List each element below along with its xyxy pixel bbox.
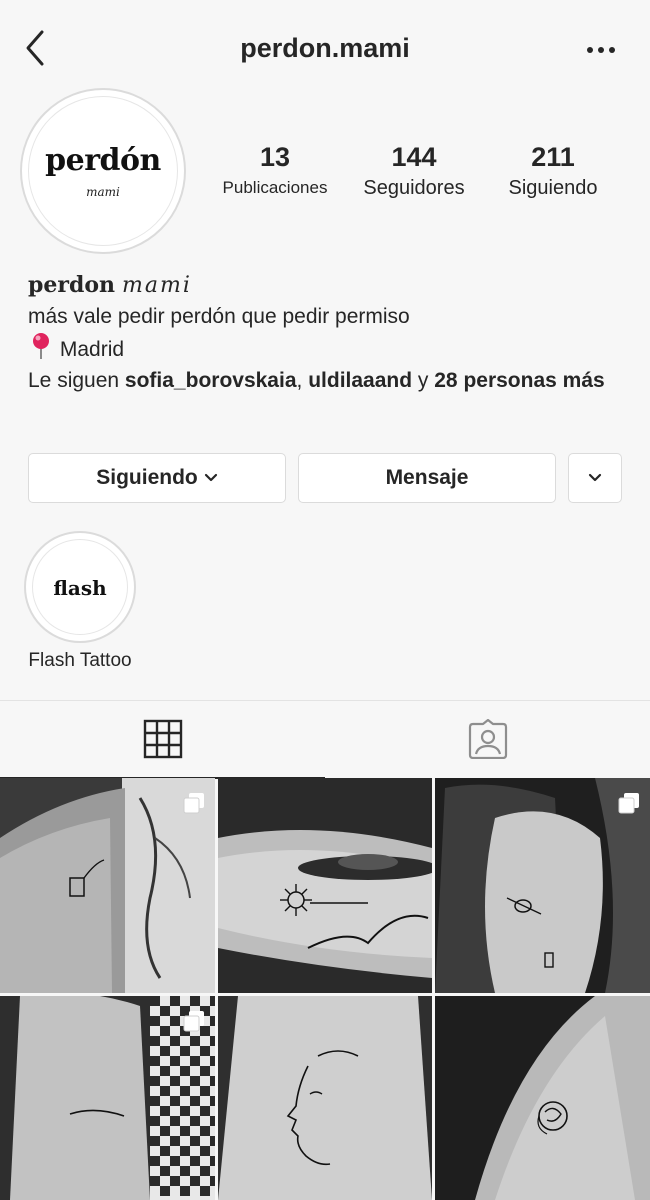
pushpin-icon (33, 333, 49, 359)
tab-tagged[interactable] (325, 701, 650, 779)
multiple-posts-icon (618, 793, 639, 814)
followed-by-others[interactable]: 28 personas más (434, 369, 604, 392)
following-button-label: Siguiendo (96, 466, 198, 489)
display-name-bold: perdon (28, 272, 116, 298)
suggested-accounts-button[interactable] (568, 453, 622, 503)
avatar-subtext: mami (86, 185, 120, 199)
followed-by-prefix: Le siguen (28, 369, 120, 392)
tattoo-photo-flower-ufo (218, 778, 432, 993)
following-button[interactable]: Siguiendo (28, 453, 286, 503)
post-thumbnail-5[interactable] (218, 996, 432, 1200)
message-button[interactable]: Mensaje (298, 453, 556, 503)
followed-by[interactable]: Le siguen sofia_borovskaia, uldilaaand y… (28, 365, 628, 396)
followed-by-user2[interactable]: uldilaaand (308, 369, 412, 392)
following-label: Siguiendo (508, 177, 598, 199)
profile-bio: perdon mami más vale pedir perdón que pe… (28, 270, 628, 396)
post-thumbnail-3[interactable] (435, 778, 650, 993)
bio-text: más vale pedir perdón que pedir permiso (28, 305, 410, 328)
profile-username: perdon.mami (240, 33, 410, 63)
followers-count: 144 (391, 142, 437, 172)
post-thumbnail-4[interactable] (0, 996, 215, 1200)
posts-count: 13 (259, 142, 291, 172)
tattoo-photo-face-profile (218, 996, 432, 1200)
chevron-down-icon (204, 473, 217, 482)
profile-tabs (0, 700, 650, 779)
stat-following[interactable]: 211 Siguiendo (490, 140, 616, 202)
stat-posts: 13 Publicaciones (210, 140, 340, 202)
tattoo-photo-rose (435, 996, 650, 1200)
highlight-wordmark: flash (53, 576, 107, 600)
top-bar: perdon.mami (0, 0, 650, 100)
message-button-label: Mensaje (385, 466, 469, 489)
location-line: Madrid (28, 332, 628, 365)
tab-posts-grid[interactable] (0, 701, 325, 779)
display-name-italic: mami (122, 273, 192, 298)
grid-icon (143, 719, 183, 759)
multiple-posts-icon (183, 1011, 204, 1032)
followed-by-and: y (417, 369, 429, 392)
multiple-posts-icon (183, 793, 204, 814)
highlight-label: Flash Tattoo (28, 650, 132, 671)
location-text: Madrid (59, 338, 125, 361)
posts-grid (0, 778, 650, 1200)
post-thumbnail-6[interactable] (435, 996, 650, 1200)
following-count: 211 (531, 142, 575, 172)
followers-label: Seguidores (363, 177, 465, 199)
stat-followers[interactable]: 144 Seguidores (348, 140, 480, 202)
display-name: perdon mami (28, 270, 628, 301)
more-options-icon[interactable] (584, 36, 618, 64)
post-thumbnail-1[interactable] (0, 778, 215, 993)
followed-by-separator: , (296, 369, 303, 392)
post-thumbnail-2[interactable] (218, 778, 432, 993)
avatar-wordmark: perdón (45, 143, 161, 178)
tagged-icon (468, 719, 508, 759)
profile-avatar[interactable]: perdón mami (20, 88, 186, 254)
posts-label: Publicaciones (222, 178, 328, 197)
avatar-logo: perdón mami (28, 96, 178, 246)
highlight-flash-tattoo[interactable]: flash (24, 531, 136, 643)
chevron-down-icon (588, 473, 602, 482)
highlight-cover: flash (32, 539, 128, 635)
followed-by-user1[interactable]: sofia_borovskaia (125, 369, 297, 392)
